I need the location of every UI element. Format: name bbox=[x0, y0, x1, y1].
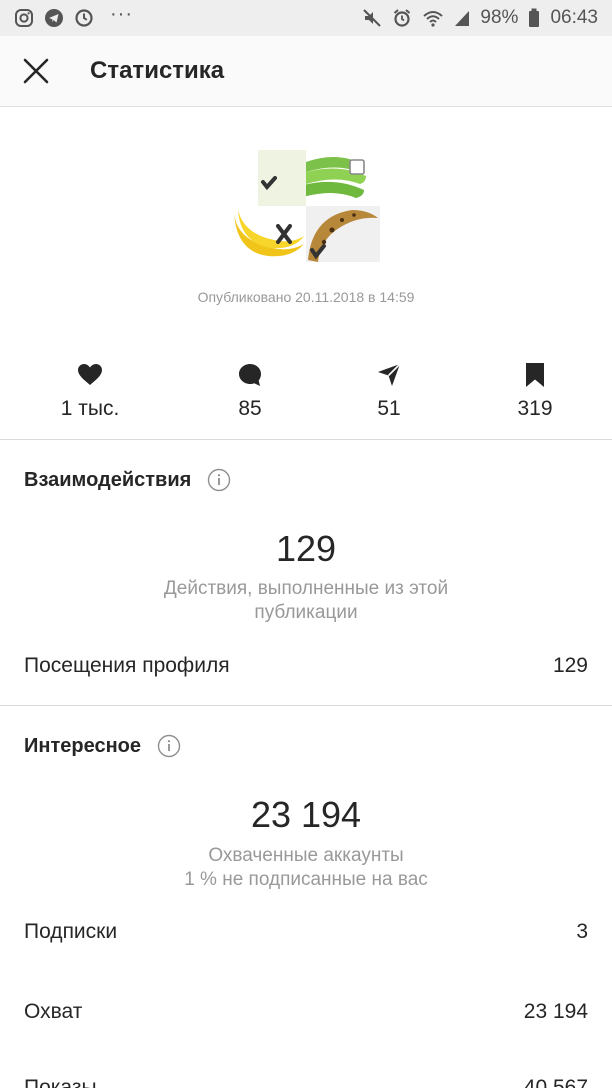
info-icon[interactable] bbox=[157, 734, 181, 758]
insights-screen: ··· 98% 06:43 Статистика Опубликовано 20… bbox=[0, 0, 612, 1088]
stat-label: Показы bbox=[24, 1076, 97, 1088]
engagement-counts: 1 тыс. 85 51 319 bbox=[0, 360, 612, 426]
thumbnail-cell-top-right bbox=[306, 150, 380, 206]
stat-row-follows: Подписки 3 bbox=[24, 920, 588, 944]
published-date: Опубликовано 20.11.2018 в 14:59 bbox=[197, 289, 415, 305]
discovery-title-text: Интересное bbox=[24, 734, 141, 757]
status-bar: ··· 98% 06:43 bbox=[0, 0, 612, 36]
discovery-section-title: Интересное bbox=[24, 734, 181, 758]
divider bbox=[0, 439, 612, 440]
divider bbox=[0, 705, 612, 706]
alarm-icon bbox=[392, 8, 412, 28]
comments-count: 85 bbox=[190, 360, 310, 421]
wifi-icon bbox=[422, 8, 444, 28]
app-bar: Статистика bbox=[0, 36, 612, 107]
stat-value: 129 bbox=[552, 654, 588, 677]
shares-count: 51 bbox=[329, 360, 449, 421]
thumbnail-cell-bottom-left bbox=[232, 206, 306, 262]
interactions-description-line1: Действия, выполненные из этой bbox=[163, 578, 449, 599]
post-thumbnail[interactable] bbox=[232, 150, 380, 262]
telegram-icon bbox=[44, 8, 64, 28]
battery-percent: 98% bbox=[480, 7, 519, 28]
instagram-icon bbox=[14, 8, 34, 28]
sync-icon bbox=[74, 8, 94, 28]
stat-label: Подписки bbox=[24, 920, 118, 943]
signal-icon bbox=[454, 9, 470, 27]
stat-row-impressions: Показы 40 567 bbox=[24, 1076, 588, 1088]
interactions-description-line2: публикации bbox=[254, 602, 358, 623]
status-bar-left: ··· bbox=[14, 3, 133, 30]
discovery-description-line1: Охваченные аккаунты bbox=[208, 845, 404, 866]
clock: 06:43 bbox=[550, 7, 598, 28]
info-icon[interactable] bbox=[207, 468, 231, 492]
thumbnail-cell-bottom-right bbox=[306, 206, 380, 262]
status-bar-right: 98% 06:43 bbox=[362, 7, 598, 29]
stat-value: 3 bbox=[576, 920, 588, 943]
bookmark-icon bbox=[526, 363, 544, 387]
page-title: Статистика bbox=[90, 57, 225, 84]
comments-value: 85 bbox=[238, 397, 262, 420]
saves-count: 319 bbox=[475, 360, 595, 421]
stat-row-reach: Охват 23 194 bbox=[24, 1000, 588, 1024]
heart-icon bbox=[78, 364, 102, 385]
more-notifications-dots: ··· bbox=[110, 2, 133, 25]
stat-label: Охват bbox=[24, 1000, 83, 1023]
send-icon bbox=[378, 363, 401, 386]
saves-value: 319 bbox=[517, 397, 553, 420]
stat-value: 40 567 bbox=[523, 1076, 588, 1088]
close-button[interactable] bbox=[16, 51, 56, 91]
mute-icon bbox=[362, 8, 382, 28]
interactions-section-title: Взаимодействия bbox=[24, 468, 231, 492]
comment-icon bbox=[239, 364, 261, 386]
close-icon bbox=[23, 58, 49, 84]
discovery-description-line2: 1 % не подписанные на вас bbox=[184, 869, 428, 890]
discovery-total: 23 194 bbox=[250, 794, 362, 835]
shares-value: 51 bbox=[377, 397, 401, 420]
battery-icon bbox=[528, 8, 540, 28]
likes-count: 1 тыс. bbox=[30, 360, 150, 421]
stat-row-profile-visits: Посещения профиля 129 bbox=[24, 654, 588, 678]
interactions-total: 129 bbox=[275, 528, 337, 569]
stat-label: Посещения профиля bbox=[24, 654, 230, 677]
likes-value: 1 тыс. bbox=[60, 397, 120, 420]
interactions-title-text: Взаимодействия bbox=[24, 468, 192, 491]
thumbnail-cell-top-left bbox=[232, 150, 306, 206]
stat-value: 23 194 bbox=[523, 1000, 588, 1023]
